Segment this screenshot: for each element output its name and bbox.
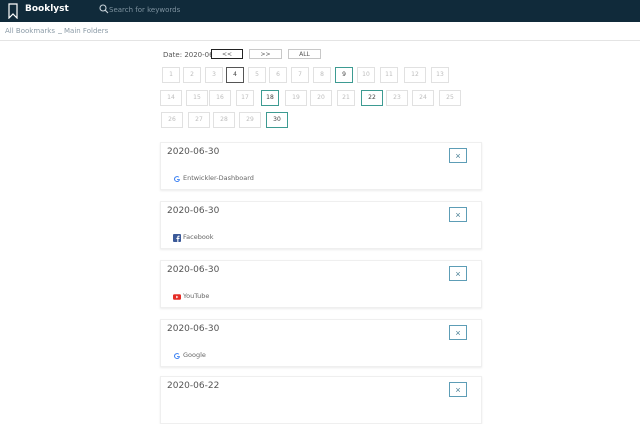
day-22[interactable]: 22	[361, 90, 383, 106]
day-25[interactable]: 25	[439, 90, 461, 106]
day-1[interactable]: 1	[162, 67, 180, 83]
day-9[interactable]: 9	[335, 67, 353, 83]
bookmark-card: 2020-06-30 × YouTube	[160, 260, 482, 308]
day-20[interactable]: 20	[310, 90, 332, 106]
bookmark-title: Facebook	[183, 233, 214, 241]
top-bar: Booklyst	[0, 0, 640, 22]
day-15[interactable]: 15	[186, 90, 208, 106]
day-26[interactable]: 26	[161, 112, 183, 128]
day-18[interactable]: 18	[261, 90, 279, 106]
day-28[interactable]: 28	[213, 112, 235, 128]
day-6[interactable]: 6	[269, 67, 287, 83]
day-12[interactable]: 12	[404, 67, 426, 83]
bookmark-date: 2020-06-30	[167, 324, 220, 334]
bookmark-card: 2020-06-22 ×	[160, 376, 482, 424]
day-27[interactable]: 27	[188, 112, 210, 128]
day-7[interactable]: 7	[291, 67, 309, 83]
all-dates-button[interactable]: ALL	[288, 49, 321, 59]
main-folders-link[interactable]: Main Folders	[64, 27, 108, 35]
bookmark-date: 2020-06-22	[167, 381, 220, 391]
day-3[interactable]: 3	[205, 67, 223, 83]
day-2[interactable]: 2	[183, 67, 201, 83]
app-title[interactable]: Booklyst	[25, 4, 69, 14]
bookmark-date: 2020-06-30	[167, 206, 220, 216]
previous-month-button[interactable]: <<	[211, 49, 243, 59]
day-13[interactable]: 13	[431, 67, 449, 83]
day-16[interactable]: 16	[209, 90, 231, 106]
day-11[interactable]: 11	[380, 67, 398, 83]
day-21[interactable]: 21	[337, 90, 355, 106]
search-icon	[99, 4, 109, 14]
youtube-icon	[173, 294, 181, 300]
all-bookmarks-link[interactable]: All Bookmarks	[5, 27, 55, 35]
bookmark-title: Entwickler-Dashboard	[183, 174, 254, 182]
google-icon	[174, 353, 180, 360]
day-5[interactable]: 5	[248, 67, 266, 83]
day-29[interactable]: 29	[239, 112, 261, 128]
bookmark-title: YouTube	[183, 292, 210, 300]
date-label: Date: 2020-06	[163, 51, 214, 59]
bookmark-date: 2020-06-30	[167, 147, 220, 157]
facebook-icon	[173, 234, 181, 242]
day-14[interactable]: 14	[160, 90, 182, 106]
day-10[interactable]: 10	[357, 67, 375, 83]
day-23[interactable]: 23	[386, 90, 408, 106]
bookmark-card: 2020-06-30 × Facebook	[160, 201, 482, 249]
day-24[interactable]: 24	[412, 90, 434, 106]
delete-bookmark-button[interactable]: ×	[449, 325, 467, 340]
day-17[interactable]: 17	[236, 90, 254, 106]
sub-navigation: All Bookmarks Main Folders	[0, 22, 640, 41]
next-month-button[interactable]: >>	[249, 49, 282, 59]
google-icon	[174, 176, 180, 183]
bookmark-date: 2020-06-30	[167, 265, 220, 275]
delete-bookmark-button[interactable]: ×	[449, 207, 467, 222]
day-4[interactable]: 4	[226, 67, 244, 83]
bookmark-card: 2020-06-30 × Entwickler-Dashboard	[160, 142, 482, 190]
delete-bookmark-button[interactable]: ×	[449, 382, 467, 397]
bookmark-card: 2020-06-30 × Google	[160, 319, 482, 367]
delete-bookmark-button[interactable]: ×	[449, 148, 467, 163]
delete-bookmark-button[interactable]: ×	[449, 266, 467, 281]
bookmark-icon[interactable]	[6, 3, 20, 19]
day-19[interactable]: 19	[285, 90, 307, 106]
bookmark-title: Google	[183, 351, 206, 359]
search-input[interactable]	[109, 3, 309, 17]
day-30[interactable]: 30	[266, 112, 288, 128]
subnav-divider	[58, 33, 62, 34]
day-8[interactable]: 8	[313, 67, 331, 83]
